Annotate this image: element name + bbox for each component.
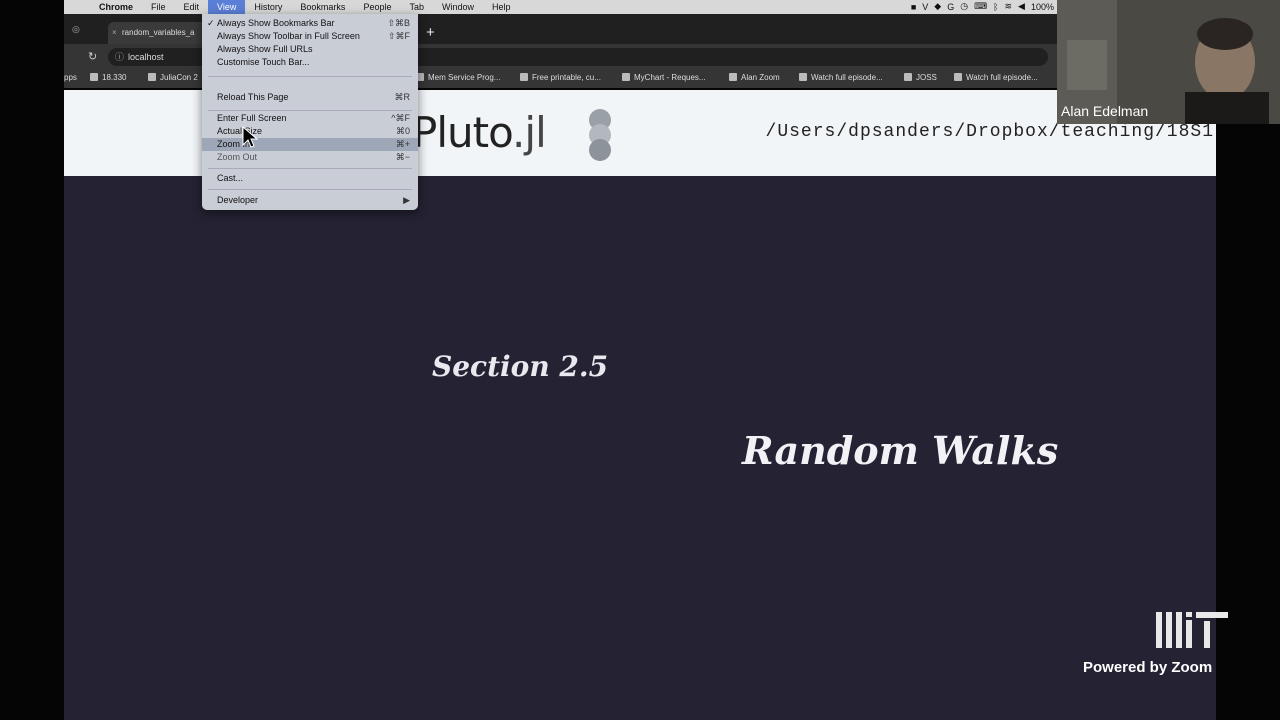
keyboard-icon[interactable]: ⌨ [974,1,987,12]
menu-item-customise-touch-bar[interactable]: Customise Touch Bar... [202,56,418,69]
notebook-body: Section 2.5 Random Walks [64,176,1216,720]
reload-icon[interactable]: ↻ [88,50,97,63]
bookmark-juliacon[interactable]: JuliaCon 2 [148,73,198,82]
menu-people[interactable]: People [354,0,400,14]
checkmark-icon: ✓ [207,18,215,28]
site-icon [622,73,630,81]
menu-item-always-show-toolbar[interactable]: Always Show Toolbar in Full Screen ⇧⌘F [202,30,418,43]
menu-item-cast[interactable]: Cast... [202,172,418,185]
menu-item-always-show-full-urls[interactable]: Always Show Full URLs [202,43,418,56]
site-icon [799,73,807,81]
menu-file[interactable]: File [142,0,175,14]
submenu-arrow-icon: ▶ [403,195,410,205]
participant-name: Alan Edelman [1061,103,1149,119]
folder-icon [148,73,156,81]
menu-window[interactable]: Window [433,0,483,14]
bookmark-watch-1[interactable]: Watch full episode... [799,73,883,82]
vectorworks-icon[interactable]: V [922,2,928,12]
status-icons: ■ V ◆ G ◷ ⌨ ᛒ ≋ ◀ 100% [911,1,1054,12]
menu-help[interactable]: Help [483,0,520,14]
menu-edit[interactable]: Edit [175,0,209,14]
close-tab-icon[interactable]: × [112,22,117,44]
address-url: localhost [128,52,164,62]
bookmark-joss[interactable]: JOSS [904,73,937,82]
menu-item-always-show-bookmarks-bar[interactable]: ✓ Always Show Bookmarks Bar ⇧⌘B [202,17,418,30]
grammarly-icon[interactable]: G [947,2,954,12]
folder-icon [90,73,98,81]
menu-item-enter-full-screen[interactable]: Enter Full Screen ^⌘F [202,112,418,125]
bookmark-mychart[interactable]: MyChart - Reques... [622,73,706,82]
notebook-path[interactable]: /Users/dpsanders/Dropbox/teaching/18S1 [766,122,1214,142]
bookmark-alan-zoom[interactable]: Alan Zoom [729,73,780,82]
bookmark-18-330[interactable]: 18.330 [90,73,126,82]
bookmark-apps[interactable]: pps [64,73,77,82]
menu-item-reload-this-page[interactable]: Reload This Page ⌘R [202,91,418,104]
powered-by-zoom-label: Powered by Zoom [1083,659,1213,676]
tab-search-icon[interactable]: ◎ [72,24,80,35]
battery-label[interactable]: 100% [1031,2,1054,12]
menu-view[interactable]: View [208,0,246,14]
site-icon [520,73,528,81]
menu-chrome[interactable]: Chrome [90,0,142,14]
bookmark-watch-2[interactable]: Watch full episode... [954,73,1038,82]
site-icon [954,73,962,81]
view-menu-dropdown: ✓ Always Show Bookmarks Bar ⇧⌘B Always S… [202,14,418,210]
menu-divider [208,168,412,169]
section-heading: Section 2.5 [432,350,609,383]
folder-icon [904,73,912,81]
page-title: Random Walks [742,428,1059,473]
macos-menu-bar: Chrome File Edit View History Bookmarks … [64,0,1058,14]
wifi-icon[interactable]: ≋ [1005,1,1013,12]
bookmark-mem-service[interactable]: Mem Service Prog... [416,73,500,82]
dropbox-icon[interactable]: ◆ [934,1,941,12]
info-icon[interactable]: ⓘ [115,48,124,66]
menu-item-zoom-in[interactable]: Zoom In ⌘+ [202,138,418,151]
zoom-icon [729,73,737,81]
menu-divider [208,110,412,111]
mit-logo [1156,612,1228,648]
zoom-status-icon[interactable]: ■ [911,2,916,12]
menu-bookmarks[interactable]: Bookmarks [291,0,354,14]
time-machine-icon[interactable]: ◷ [960,1,968,12]
pluto-planets-icon [589,109,611,161]
menu-item-actual-size[interactable]: Actual Size ⌘0 [202,125,418,138]
menu-divider [208,189,412,190]
menu-history[interactable]: History [245,0,291,14]
menu-tab[interactable]: Tab [400,0,433,14]
volume-icon[interactable]: ◀ [1018,1,1025,12]
pluto-logo[interactable]: Pluto.jl [412,108,547,157]
menu-item-developer[interactable]: Developer ▶ [202,194,418,207]
menu-divider [208,76,412,77]
menu-item-zoom-out[interactable]: Zoom Out ⌘− [202,151,418,164]
participant-video-tile[interactable]: Alan Edelman [1057,0,1280,124]
mouse-cursor-icon [242,126,259,148]
bluetooth-icon[interactable]: ᛒ [993,2,998,12]
tab-title: random_variables_a [122,28,195,37]
new-tab-button[interactable]: + [426,24,435,41]
bookmark-free-printable[interactable]: Free printable, cu... [520,73,601,82]
